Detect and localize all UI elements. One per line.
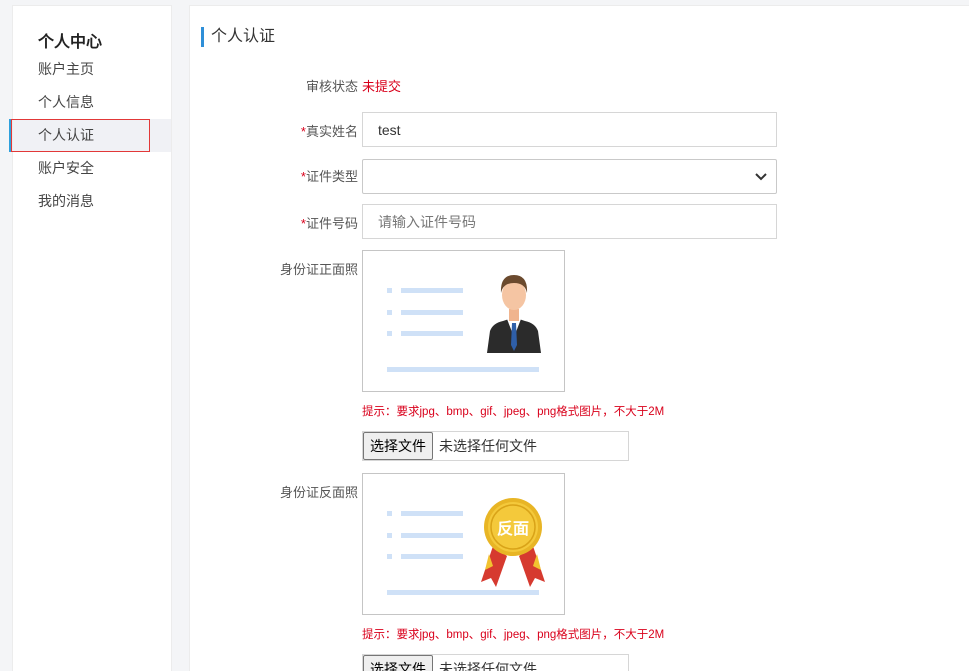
id-type-select[interactable] <box>362 159 777 194</box>
upload-hint-front: 提示：要求jpg、bmp、gif、jpeg、png格式图片，不大于2M <box>362 406 665 418</box>
no-file-text-back: 未选择任何文件 <box>439 661 537 671</box>
sidebar-item-my-messages[interactable]: 我的消息 <box>13 185 171 218</box>
back-photo-label: 身份证反面照 <box>279 485 358 500</box>
name-label: *真实姓名 <box>300 124 358 139</box>
sidebar: 个人中心 账户主页 个人信息 个人认证 账户安全 我的消息 <box>9 5 172 671</box>
id-front-upload-preview[interactable] <box>362 250 565 392</box>
status-value: 未提交 <box>362 79 402 94</box>
chevron-down-icon <box>755 173 767 181</box>
back-badge-text: 反面 <box>497 519 529 538</box>
sidebar-item-label: 个人信息 <box>38 94 94 110</box>
sidebar-item-label: 账户主页 <box>38 61 94 77</box>
sidebar-item-label: 账户安全 <box>38 160 94 176</box>
no-file-text-front: 未选择任何文件 <box>439 438 537 454</box>
id-number-label: *证件号码 <box>300 216 358 231</box>
back-file-input[interactable]: 选择文件 未选择任何文件 <box>362 654 629 671</box>
status-label: 审核状态 <box>305 79 358 94</box>
person-avatar-icon <box>487 275 541 353</box>
choose-file-button-back[interactable]: 选择文件 <box>363 655 433 671</box>
front-photo-label: 身份证正面照 <box>279 262 358 277</box>
sidebar-item-account-security[interactable]: 账户安全 <box>13 152 171 185</box>
name-input[interactable] <box>362 112 777 147</box>
choose-file-button-front[interactable]: 选择文件 <box>363 432 433 460</box>
sidebar-item-personal-verification[interactable]: 个人认证 <box>9 119 171 152</box>
upload-hint-back: 提示：要求jpg、bmp、gif、jpeg、png格式图片，不大于2M <box>362 629 665 641</box>
id-number-input[interactable] <box>362 204 777 239</box>
section-title: 个人认证 <box>201 27 275 47</box>
sidebar-item-label: 我的消息 <box>38 193 94 209</box>
sidebar-item-account-home[interactable]: 账户主页 <box>13 53 171 86</box>
sidebar-title: 个人中心 <box>38 34 103 51</box>
main-panel: 个人认证 审核状态 未提交 *真实姓名 *证件类型 *证件号码 身份证正面照 <box>189 5 969 671</box>
front-file-input[interactable]: 选择文件 未选择任何文件 <box>362 431 629 461</box>
id-card-back-illustration: 反面 <box>387 498 545 595</box>
id-type-label: *证件类型 <box>300 169 358 184</box>
id-back-upload-preview[interactable]: 反面 <box>362 473 565 615</box>
active-highlight-box <box>11 119 150 152</box>
sidebar-item-personal-info[interactable]: 个人信息 <box>13 86 171 119</box>
medal-badge-icon: 反面 <box>481 498 545 587</box>
id-card-front-illustration <box>387 275 541 372</box>
